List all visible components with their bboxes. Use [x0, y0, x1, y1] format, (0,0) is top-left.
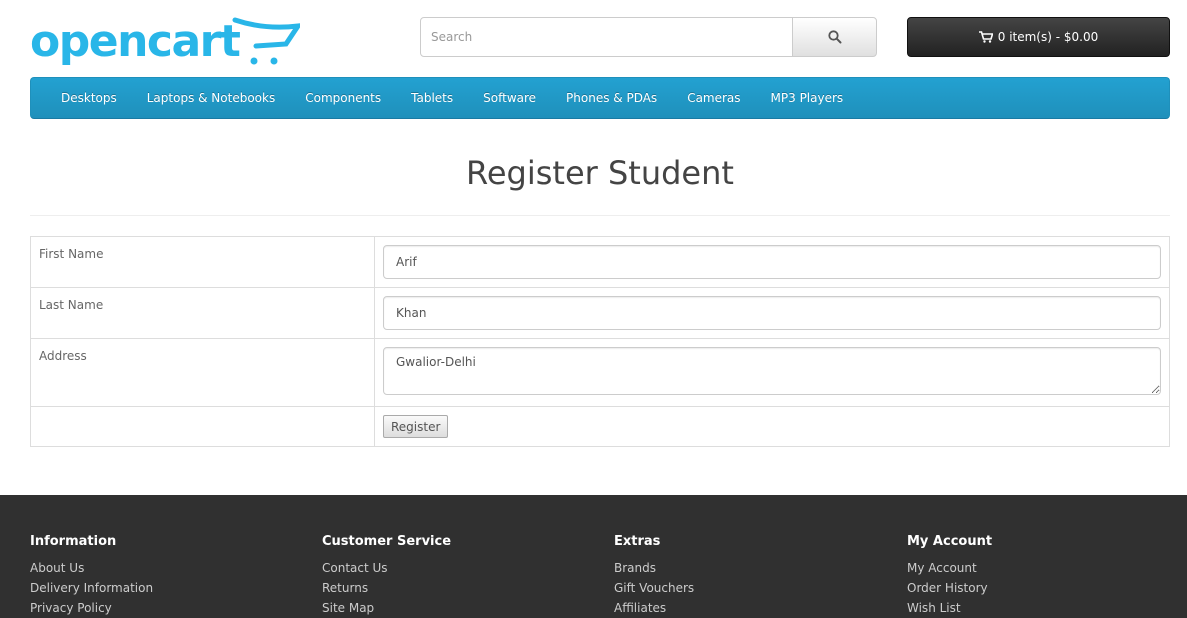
site-logo[interactable]: opencart: [30, 16, 300, 68]
cart-total: 0 item(s) - $0.00: [997, 30, 1099, 44]
page-title: Register Student: [466, 154, 734, 192]
first-name-label: First Name: [30, 236, 375, 288]
site-footer: Information About Us Delivery Informatio…: [0, 495, 1187, 618]
menu-item-mp3-players[interactable]: MP3 Players: [756, 91, 859, 105]
menu-item-phones-pdas[interactable]: Phones & PDAs: [551, 91, 672, 105]
menu-item-software[interactable]: Software: [468, 91, 551, 105]
last-name-cell: [374, 287, 1170, 339]
footer-heading: Extras: [614, 534, 661, 549]
search-input[interactable]: [420, 17, 793, 57]
footer-heading: My Account: [907, 534, 993, 549]
footer-column-my-account: My Account My Account Order History Wish…: [907, 534, 992, 618]
footer-column-customer-service: Customer Service Contact Us Returns Site…: [322, 534, 451, 618]
menu-item-components[interactable]: Components: [290, 91, 396, 105]
menu-item-cameras[interactable]: Cameras: [672, 91, 755, 105]
footer-link-my-account[interactable]: My Account: [907, 558, 992, 578]
search-bar: [420, 17, 877, 57]
main-menu: Desktops Laptops & Notebooks Components …: [30, 77, 1170, 119]
cart-logo-icon: [232, 17, 300, 65]
footer-column-extras: Extras Brands Gift Vouchers Affiliates: [614, 534, 694, 618]
footer-link-contact-us[interactable]: Contact Us: [322, 558, 451, 578]
search-button[interactable]: [792, 17, 877, 57]
shopping-cart-icon: [978, 31, 993, 43]
footer-heading: Customer Service: [322, 534, 452, 549]
footer-link-order-history[interactable]: Order History: [907, 578, 992, 598]
cart-button[interactable]: 0 item(s) - $0.00: [907, 17, 1170, 57]
form-row-first-name: First Name: [30, 236, 1170, 288]
menu-item-tablets[interactable]: Tablets: [396, 91, 468, 105]
footer-link-site-map[interactable]: Site Map: [322, 598, 451, 618]
address-textarea[interactable]: Gwalior-Delhi: [383, 347, 1161, 395]
register-button[interactable]: Register: [383, 415, 449, 438]
footer-column-information: Information About Us Delivery Informatio…: [30, 534, 153, 618]
menu-item-desktops[interactable]: Desktops: [46, 91, 132, 105]
title-divider: [30, 215, 1170, 216]
footer-link-brands[interactable]: Brands: [614, 558, 694, 578]
footer-link-affiliates[interactable]: Affiliates: [614, 598, 694, 618]
footer-heading: Information: [30, 534, 117, 549]
footer-link-wish-list[interactable]: Wish List: [907, 598, 992, 618]
footer-link-returns[interactable]: Returns: [322, 578, 451, 598]
empty-label-cell: [30, 406, 375, 447]
first-name-input[interactable]: [383, 245, 1161, 279]
footer-link-about-us[interactable]: About Us: [30, 558, 153, 578]
address-cell: Gwalior-Delhi: [374, 338, 1170, 407]
form-row-submit: Register: [30, 406, 1170, 447]
opencart-logo: opencart: [30, 16, 300, 67]
last-name-label: Last Name: [30, 287, 375, 339]
search-icon: [827, 30, 841, 44]
footer-link-gift-vouchers[interactable]: Gift Vouchers: [614, 578, 694, 598]
last-name-input[interactable]: [383, 296, 1161, 330]
submit-cell: Register: [374, 406, 1170, 447]
footer-link-delivery-information[interactable]: Delivery Information: [30, 578, 153, 598]
first-name-cell: [374, 236, 1170, 288]
form-row-address: Address Gwalior-Delhi: [30, 338, 1170, 407]
footer-link-privacy-policy[interactable]: Privacy Policy: [30, 598, 153, 618]
register-form: First Name Last Name Address Gwalior-Del…: [30, 236, 1170, 447]
logo-text: opencart: [30, 16, 241, 67]
address-label: Address: [30, 338, 375, 407]
form-row-last-name: Last Name: [30, 287, 1170, 339]
menu-item-laptops-notebooks[interactable]: Laptops & Notebooks: [132, 91, 290, 105]
